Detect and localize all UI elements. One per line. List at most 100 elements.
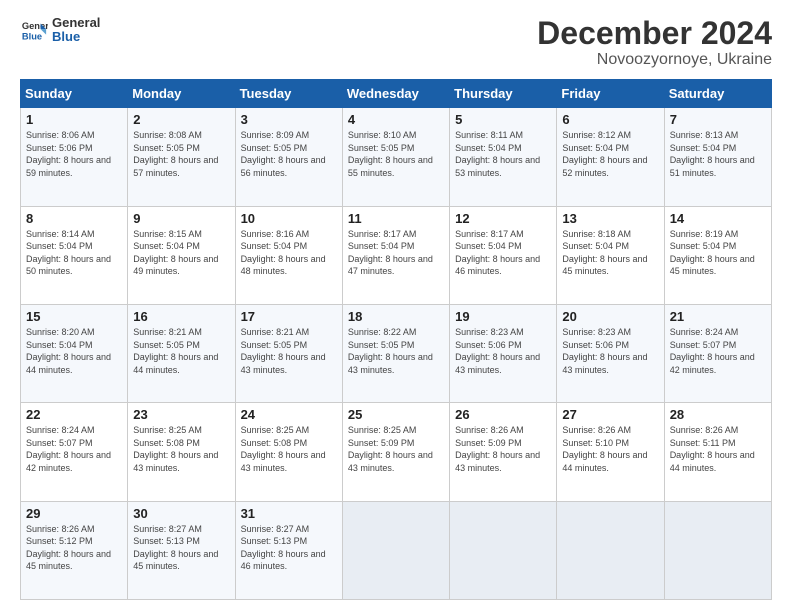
calendar-cell: 30 Sunrise: 8:27 AMSunset: 5:13 PMDayligh… [128,501,235,599]
day-number: 2 [133,112,229,127]
day-info: Sunrise: 8:25 AMSunset: 5:08 PMDaylight:… [133,424,229,474]
calendar-cell: 22Sunrise: 8:24 AMSunset: 5:07 PMDayligh… [21,403,128,501]
logo: General Blue General Blue [20,16,100,45]
calendar-week-3: 15 Sunrise: 8:20 AMSunset: 5:04 PMDayligh… [21,304,772,402]
day-number: 11 [348,211,444,226]
calendar-cell: 12 Sunrise: 8:17 AMSunset: 5:04 PMDayligh… [450,206,557,304]
day-info: Sunrise: 8:14 AMSunset: 5:04 PMDaylight:… [26,228,122,278]
day-info: Sunrise: 8:16 AMSunset: 5:04 PMDaylight:… [241,228,337,278]
day-number: 21 [670,309,766,324]
day-number: 18 [348,309,444,324]
day-number: 17 [241,309,337,324]
header-sunday: Sunday [21,80,128,108]
day-number: 24 [241,407,337,422]
calendar-cell: 28 Sunrise: 8:26 AMSunset: 5:11 PMDayligh… [664,403,771,501]
day-info: Sunrise: 8:23 AMSunset: 5:06 PMDaylight:… [455,326,551,376]
day-info: Sunrise: 8:23 AMSunset: 5:06 PMDaylight:… [562,326,658,376]
calendar-cell [557,501,664,599]
day-number: 29 [26,506,122,521]
calendar-title: December 2024 [537,16,772,51]
calendar-cell: 5Sunrise: 8:11 AMSunset: 5:04 PMDaylight… [450,108,557,206]
calendar-cell: 17Sunrise: 8:21 AMSunset: 5:05 PMDayligh… [235,304,342,402]
logo-icon: General Blue [20,16,48,44]
day-number: 5 [455,112,551,127]
day-info: Sunrise: 8:24 AMSunset: 5:07 PMDaylight:… [26,424,122,474]
day-info: Sunrise: 8:08 AMSunset: 5:05 PMDaylight:… [133,129,229,179]
calendar-cell: 21 Sunrise: 8:24 AMSunset: 5:07 PMDayligh… [664,304,771,402]
header-monday: Monday [128,80,235,108]
day-info: Sunrise: 8:25 AMSunset: 5:08 PMDaylight:… [241,424,337,474]
day-info: Sunrise: 8:25 AMSunset: 5:09 PMDaylight:… [348,424,444,474]
calendar-cell: 19 Sunrise: 8:23 AMSunset: 5:06 PMDayligh… [450,304,557,402]
header-wednesday: Wednesday [342,80,449,108]
calendar-page: General Blue General Blue December 2024 … [0,0,792,612]
calendar-cell: 6 Sunrise: 8:12 AMSunset: 5:04 PMDaylight… [557,108,664,206]
day-number: 7 [670,112,766,127]
calendar-cell: 27Sunrise: 8:26 AMSunset: 5:10 PMDayligh… [557,403,664,501]
logo-text-blue: Blue [52,30,100,44]
day-number: 30 [133,506,229,521]
svg-text:Blue: Blue [22,32,42,42]
calendar-cell: 13Sunrise: 8:18 AMSunset: 5:04 PMDayligh… [557,206,664,304]
day-number: 8 [26,211,122,226]
calendar-cell: 25 Sunrise: 8:25 AMSunset: 5:09 PMDayligh… [342,403,449,501]
logo-text-general: General [52,16,100,30]
header: General Blue General Blue December 2024 … [20,16,772,69]
calendar-cell: 4 Sunrise: 8:10 AMSunset: 5:05 PMDaylight… [342,108,449,206]
day-info: Sunrise: 8:22 AMSunset: 5:05 PMDaylight:… [348,326,444,376]
day-number: 12 [455,211,551,226]
day-number: 26 [455,407,551,422]
day-number: 3 [241,112,337,127]
day-number: 31 [241,506,337,521]
day-info: Sunrise: 8:20 AMSunset: 5:04 PMDaylight:… [26,326,122,376]
day-info: Sunrise: 8:26 AMSunset: 5:11 PMDaylight:… [670,424,766,474]
title-block: December 2024 Novoozyornoye, Ukraine [537,16,772,69]
calendar-cell: 3 Sunrise: 8:09 AMSunset: 5:05 PMDaylight… [235,108,342,206]
header-friday: Friday [557,80,664,108]
day-info: Sunrise: 8:09 AMSunset: 5:05 PMDaylight:… [241,129,337,179]
day-info: Sunrise: 8:15 AMSunset: 5:04 PMDaylight:… [133,228,229,278]
day-info: Sunrise: 8:06 AMSunset: 5:06 PMDaylight:… [26,129,122,179]
day-info: Sunrise: 8:17 AMSunset: 5:04 PMDaylight:… [455,228,551,278]
day-number: 19 [455,309,551,324]
day-info: Sunrise: 8:24 AMSunset: 5:07 PMDaylight:… [670,326,766,376]
calendar-cell: 24 Sunrise: 8:25 AMSunset: 5:08 PMDayligh… [235,403,342,501]
calendar-cell [450,501,557,599]
day-number: 14 [670,211,766,226]
calendar-cell: 16 Sunrise: 8:21 AMSunset: 5:05 PMDayligh… [128,304,235,402]
header-thursday: Thursday [450,80,557,108]
day-number: 15 [26,309,122,324]
day-info: Sunrise: 8:27 AMSunset: 5:13 PMDaylight:… [241,523,337,573]
day-number: 6 [562,112,658,127]
day-info: Sunrise: 8:27 AMSunset: 5:13 PMDaylight:… [133,523,229,573]
calendar-cell: 10Sunrise: 8:16 AMSunset: 5:04 PMDayligh… [235,206,342,304]
day-info: Sunrise: 8:17 AMSunset: 5:04 PMDaylight:… [348,228,444,278]
calendar-week-5: 29 Sunrise: 8:26 AMSunset: 5:12 PMDayligh… [21,501,772,599]
day-info: Sunrise: 8:21 AMSunset: 5:05 PMDaylight:… [133,326,229,376]
day-info: Sunrise: 8:12 AMSunset: 5:04 PMDaylight:… [562,129,658,179]
day-number: 16 [133,309,229,324]
day-info: Sunrise: 8:26 AMSunset: 5:12 PMDaylight:… [26,523,122,573]
calendar-cell: 9 Sunrise: 8:15 AMSunset: 5:04 PMDaylight… [128,206,235,304]
calendar-cell: 11 Sunrise: 8:17 AMSunset: 5:04 PMDayligh… [342,206,449,304]
day-info: Sunrise: 8:26 AMSunset: 5:09 PMDaylight:… [455,424,551,474]
calendar-cell: 2 Sunrise: 8:08 AMSunset: 5:05 PMDaylight… [128,108,235,206]
calendar-header-row: SundayMondayTuesdayWednesdayThursdayFrid… [21,80,772,108]
day-number: 13 [562,211,658,226]
calendar-week-4: 22Sunrise: 8:24 AMSunset: 5:07 PMDayligh… [21,403,772,501]
day-number: 20 [562,309,658,324]
day-info: Sunrise: 8:10 AMSunset: 5:05 PMDaylight:… [348,129,444,179]
calendar-cell: 1Sunrise: 8:06 AMSunset: 5:06 PMDaylight… [21,108,128,206]
calendar-cell: 26 Sunrise: 8:26 AMSunset: 5:09 PMDayligh… [450,403,557,501]
calendar-cell: 15 Sunrise: 8:20 AMSunset: 5:04 PMDayligh… [21,304,128,402]
calendar-cell: 29 Sunrise: 8:26 AMSunset: 5:12 PMDayligh… [21,501,128,599]
calendar-week-1: 1Sunrise: 8:06 AMSunset: 5:06 PMDaylight… [21,108,772,206]
calendar-cell [342,501,449,599]
day-number: 25 [348,407,444,422]
day-number: 28 [670,407,766,422]
calendar-cell: 23 Sunrise: 8:25 AMSunset: 5:08 PMDayligh… [128,403,235,501]
day-number: 23 [133,407,229,422]
calendar-cell: 8 Sunrise: 8:14 AMSunset: 5:04 PMDaylight… [21,206,128,304]
day-number: 4 [348,112,444,127]
day-number: 9 [133,211,229,226]
